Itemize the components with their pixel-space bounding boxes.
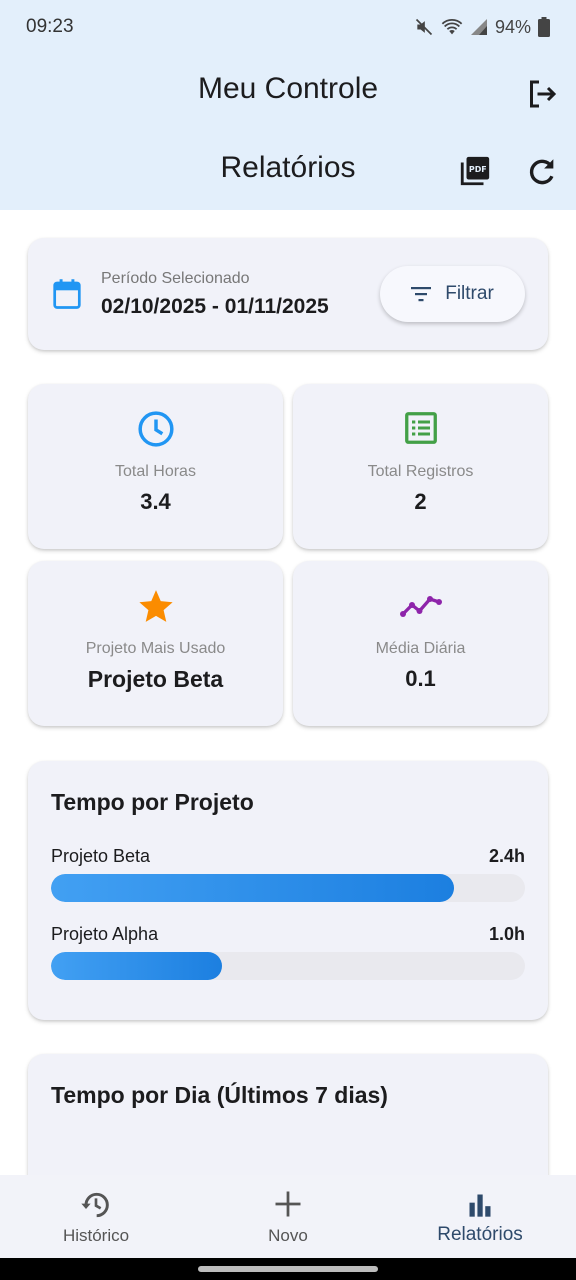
app-title: Meu Controle: [197, 72, 379, 105]
stat-label: Total Horas: [115, 463, 196, 480]
filter-button[interactable]: Filtrar: [380, 266, 525, 322]
stat-value: 2: [414, 489, 427, 514]
stat-value: 0.1: [405, 666, 436, 691]
star-icon: [138, 590, 173, 622]
app-header: 09:23 94% Meu Controle Relatórios PDF: [0, 0, 576, 210]
logout-icon: [530, 80, 557, 108]
nav-label: Histórico: [62, 1226, 130, 1245]
refresh-button[interactable]: [525, 155, 559, 189]
stat-card-total-hours: Total Horas 3.4: [28, 384, 283, 549]
period-value: 02/10/2025 - 01/11/2025: [101, 295, 329, 318]
history-icon: [81, 1192, 109, 1218]
nav-label: Relatórios: [437, 1224, 523, 1245]
status-icons: 94%: [414, 14, 550, 40]
status-time: 09:23: [26, 16, 74, 37]
battery-icon: [538, 17, 550, 37]
progress-track: [51, 952, 525, 980]
stat-value: Projeto Beta: [87, 666, 224, 692]
stat-card-top-project: Projeto Mais Usado Projeto Beta: [28, 561, 283, 726]
project-hours: 1.0h: [488, 924, 525, 944]
period-card: Período Selecionado 02/10/2025 - 01/11/2…: [28, 238, 548, 350]
time-by-day-card: Tempo por Dia (Últimos 7 dias): [28, 1054, 548, 1194]
bottom-navigation: Histórico Novo Relatórios: [0, 1175, 576, 1258]
stat-label: Total Registros: [367, 463, 474, 480]
signal-icon: [470, 18, 488, 36]
mute-icon: [414, 17, 434, 37]
system-gesture-area: [0, 1258, 576, 1280]
logout-button[interactable]: [524, 76, 560, 112]
plus-icon: [275, 1191, 301, 1217]
battery-percent: 94%: [494, 16, 531, 37]
stat-label: Projeto Mais Usado: [85, 640, 226, 657]
stat-value: 3.4: [140, 489, 171, 514]
progress-fill: [51, 952, 222, 980]
export-pdf-button[interactable]: PDF: [458, 154, 494, 190]
calendar-icon: [53, 279, 81, 309]
nav-label: Novo: [268, 1226, 308, 1245]
progress-fill: [51, 874, 454, 902]
progress-track: [51, 874, 525, 902]
period-label: Período Selecionado: [101, 270, 250, 287]
bar-chart-icon: [469, 1194, 491, 1217]
stat-card-total-records: Total Registros 2: [293, 384, 548, 549]
clock-icon: [137, 411, 174, 447]
project-name: Projeto Beta: [51, 846, 151, 866]
nav-item-new[interactable]: Novo: [192, 1175, 384, 1258]
filter-icon: [411, 287, 432, 302]
time-by-project-card: Tempo por Projeto Projeto Beta 2.4h Proj…: [28, 761, 548, 1020]
pdf-icon: PDF: [460, 156, 490, 186]
project-hours: 2.4h: [488, 846, 525, 866]
filter-label: Filtrar: [445, 283, 494, 304]
nav-item-reports[interactable]: Relatórios: [384, 1175, 576, 1258]
stat-label: Média Diária: [375, 640, 466, 657]
stat-card-daily-average: Média Diária 0.1: [293, 561, 548, 726]
list-icon: [404, 412, 437, 444]
section-title: Tempo por Projeto: [51, 789, 254, 815]
trend-icon: [399, 596, 442, 617]
refresh-icon: [529, 159, 554, 185]
nav-item-history[interactable]: Histórico: [0, 1175, 192, 1258]
svg-text:PDF: PDF: [469, 165, 487, 174]
wifi-icon: [441, 17, 463, 37]
project-name: Projeto Alpha: [51, 924, 159, 944]
section-title: Tempo por Dia (Últimos 7 dias): [51, 1082, 388, 1108]
home-indicator[interactable]: [198, 1266, 378, 1272]
